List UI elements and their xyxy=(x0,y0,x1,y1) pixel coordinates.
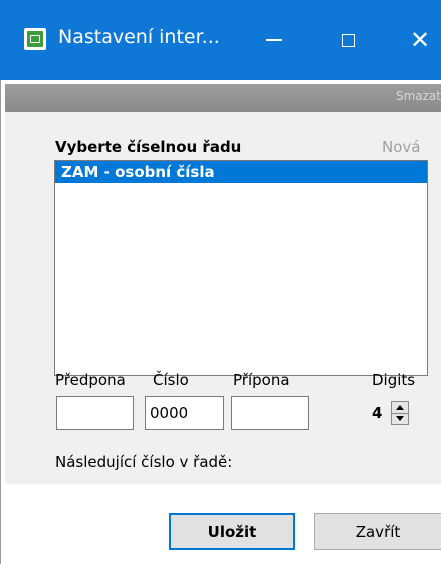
digits-spinner[interactable] xyxy=(391,401,409,425)
maximize-button[interactable] xyxy=(328,18,368,62)
app-icon xyxy=(24,28,46,50)
chevron-up-icon xyxy=(396,405,404,410)
next-number-label: Následující číslo v řadě: xyxy=(55,453,233,471)
minimize-icon xyxy=(266,39,282,41)
toolbar: Smazat xyxy=(5,84,441,112)
number-label: Číslo xyxy=(153,371,189,389)
maximize-icon xyxy=(341,33,355,47)
minimize-button[interactable] xyxy=(254,18,294,62)
spin-down-button[interactable] xyxy=(392,413,408,424)
close-button[interactable]: Zavřít xyxy=(314,513,441,550)
suffix-input[interactable] xyxy=(231,396,309,430)
prefix-input[interactable] xyxy=(56,396,134,430)
chevron-down-icon xyxy=(396,416,404,421)
number-input[interactable]: 0000 xyxy=(145,396,224,430)
new-series-button[interactable]: Nová xyxy=(382,138,420,156)
delete-button[interactable]: Smazat xyxy=(396,89,441,103)
digits-label: Digits xyxy=(372,371,416,389)
suffix-label: Přípona xyxy=(233,371,290,389)
window-title: Nastavení inter... xyxy=(58,26,220,48)
digits-value: 4 xyxy=(372,404,383,422)
series-listbox[interactable]: ZAM - osobní čísla xyxy=(54,160,428,376)
series-section-label: Vyberte číselnou řadu xyxy=(55,138,242,156)
prefix-label: Předpona xyxy=(55,371,126,389)
close-window-button[interactable]: ✕ xyxy=(400,18,440,62)
list-item[interactable]: ZAM - osobní čísla xyxy=(55,161,427,183)
title-bar: Nastavení inter... ✕ xyxy=(0,0,441,80)
save-button[interactable]: Uložit xyxy=(169,513,295,550)
